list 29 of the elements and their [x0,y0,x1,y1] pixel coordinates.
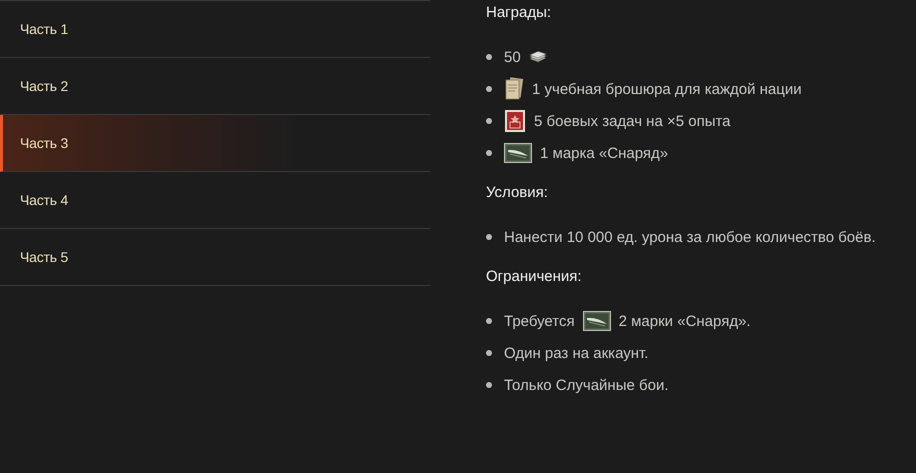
list-text: Один раз на аккаунт. [504,344,648,362]
list-text: 1 марка «Снаряд» [540,144,668,162]
bullet-icon [486,54,492,60]
list-text: 2 марки «Снаряд». [618,312,751,330]
bullet-icon [486,118,492,124]
section-heading: Условия: [486,183,549,203]
sidebar-item[interactable]: Часть 1 [0,1,430,58]
list-text: Нанести 10 000 ед. урона за любое количество боёв. [504,228,876,246]
section-heading: Награды: [486,3,552,23]
list-text: Только Случайные бои. [504,376,668,394]
bullet-icon [486,318,492,324]
bullet-icon [486,382,492,388]
bullet-icon [486,350,492,356]
list-text: 1 учебная брошюра для каждой нации [532,80,802,98]
bullet-icon [486,86,492,92]
sidebar-item[interactable]: Часть 4 [0,172,430,229]
money-icon [528,51,546,62]
list-text: 5 боевых задач на ×5 опыта [534,112,731,130]
sidebar-item[interactable]: Часть 5 [0,229,430,286]
papers-icon [506,77,524,100]
list-text: Требуется [504,312,575,330]
stamp-icon [505,110,525,132]
bullet-icon [486,234,492,240]
bullet-icon [486,150,492,156]
shell-stamp-icon [504,143,532,163]
section-heading: Ограничения: [486,267,583,287]
shell-stamp-icon [582,311,611,331]
sidebar-item[interactable]: Часть 3 [0,115,430,172]
list-text: 50 [504,48,521,66]
